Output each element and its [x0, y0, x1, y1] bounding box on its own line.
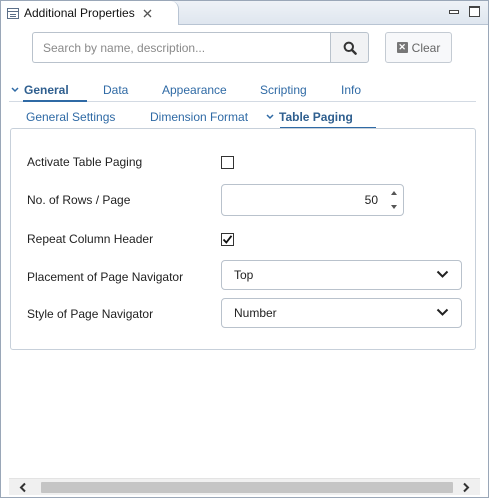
sub-tabs: General Settings Dimension Format Table … — [9, 107, 476, 129]
horizontal-scrollbar[interactable] — [9, 478, 480, 495]
properties-view-icon — [7, 7, 19, 19]
subtab-general-settings[interactable]: General Settings — [26, 110, 115, 124]
tab-general-label: General — [24, 83, 69, 97]
table-paging-panel: Activate Table Paging No. of Rows / Page… — [10, 128, 476, 350]
style-value: Number — [234, 306, 277, 320]
checkmark-icon — [222, 235, 233, 244]
minimize-icon[interactable] — [448, 6, 459, 17]
clear-icon: ✕ — [396, 42, 408, 53]
active-tab-indicator — [23, 100, 87, 102]
activate-paging-checkbox[interactable] — [221, 156, 234, 169]
main-tabs: General Data Appearance Scripting Info — [9, 81, 476, 102]
chevron-down-icon — [436, 308, 449, 316]
additional-properties-window: Additional Properties ✕ Clear General Da… — [0, 0, 489, 498]
maximize-icon[interactable] — [469, 6, 480, 17]
chevron-down-icon — [11, 85, 19, 96]
view-title: Additional Properties — [24, 6, 135, 20]
tab-info[interactable]: Info — [341, 83, 361, 97]
placement-select[interactable]: Top — [221, 260, 462, 290]
tab-data[interactable]: Data — [103, 83, 128, 97]
scroll-right-icon[interactable] — [456, 479, 476, 496]
chevron-down-icon — [436, 270, 449, 278]
activate-paging-label: Activate Table Paging — [27, 155, 143, 169]
search-input[interactable] — [32, 32, 331, 63]
view-titlebar: Additional Properties — [1, 1, 488, 25]
search-button[interactable] — [330, 32, 369, 63]
close-icon[interactable] — [142, 8, 153, 19]
clear-button[interactable]: ✕ Clear — [385, 32, 452, 63]
rows-per-page-label: No. of Rows / Page — [27, 193, 131, 207]
rows-per-page-stepper[interactable]: 50 — [221, 184, 404, 216]
repeat-header-label: Repeat Column Header — [27, 232, 154, 246]
scrollbar-thumb[interactable] — [41, 482, 453, 493]
placement-label: Placement of Page Navigator — [27, 270, 184, 284]
tab-appearance[interactable]: Appearance — [162, 83, 227, 97]
clear-button-label: Clear — [411, 40, 441, 55]
tab-general[interactable]: General — [11, 83, 69, 97]
style-label: Style of Page Navigator — [27, 307, 154, 321]
subtab-dimension-format[interactable]: Dimension Format — [150, 110, 248, 124]
search-icon — [343, 41, 357, 55]
tab-scripting[interactable]: Scripting — [260, 83, 307, 97]
window-controls — [448, 6, 480, 17]
decrement-arrow-icon[interactable] — [385, 200, 402, 214]
placement-value: Top — [234, 268, 254, 282]
style-select[interactable]: Number — [221, 298, 462, 328]
repeat-header-checkbox[interactable] — [221, 233, 234, 246]
view-tab[interactable]: Additional Properties — [1, 1, 179, 25]
rows-per-page-value[interactable]: 50 — [365, 193, 378, 207]
subtab-table-paging[interactable]: Table Paging — [266, 110, 353, 124]
subtab-table-paging-label: Table Paging — [279, 110, 353, 124]
scroll-left-icon[interactable] — [13, 479, 33, 496]
increment-arrow-icon[interactable] — [385, 186, 402, 200]
chevron-down-icon — [266, 112, 274, 123]
